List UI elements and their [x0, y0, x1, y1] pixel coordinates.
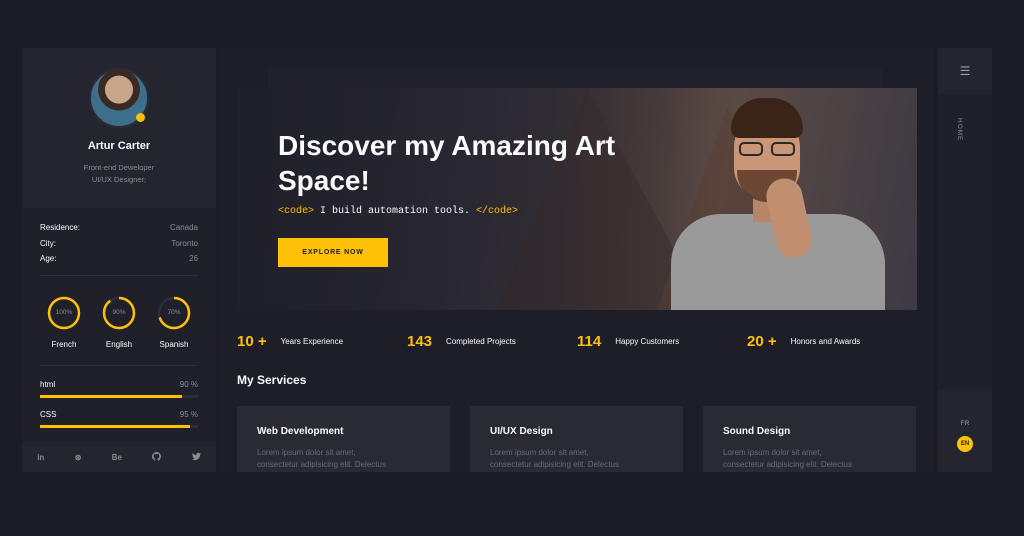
- language-switcher: FR EN: [938, 390, 992, 472]
- main-content: Discover my Amazing Art Space! <code> I …: [220, 48, 934, 472]
- app-frame: Artur Carter Front-end Deweloper UI/UX D…: [22, 48, 992, 472]
- skills-list: html 90 % CSS 95 %: [22, 366, 216, 428]
- profile-card: Artur Carter Front-end Deweloper UI/UX D…: [22, 48, 216, 208]
- skill-label: html: [40, 379, 56, 389]
- info-value: 26: [189, 254, 198, 264]
- skill-bar: [40, 424, 198, 428]
- social-links: in ⊛ Be: [22, 442, 216, 472]
- info-key: Age:: [40, 254, 57, 264]
- service-card-web-development[interactable]: Web Development Lorem ipsum dolor sit am…: [237, 406, 450, 472]
- info-key: Residence:: [40, 223, 81, 233]
- profile-role-line: UI/UX Designer;: [91, 175, 147, 184]
- online-status-dot: [136, 113, 145, 122]
- hero-banner: Discover my Amazing Art Space! <code> I …: [237, 88, 917, 310]
- skill-bar-fill: [40, 394, 183, 398]
- skill-bar: [40, 394, 198, 398]
- stats-row: 10 + Years Experience 143 Completed Proj…: [237, 333, 917, 350]
- service-desc-line: consectetur adipisicing elit. Delectus: [490, 460, 619, 469]
- service-desc-line: Lorem ipsum dolor sit amet,: [257, 448, 356, 457]
- nav-home-link[interactable]: HOME: [956, 118, 963, 142]
- language-label: Spanish: [159, 339, 189, 349]
- info-list: Residence: Canada City: Toronto Age: 26: [22, 208, 216, 267]
- hero-title: Discover my Amazing Art Space!: [278, 130, 616, 196]
- hamburger-icon: ☰: [959, 64, 971, 78]
- service-desc-line: consectetur adipisicing elit. Delectus: [723, 460, 852, 469]
- lang-fr-button[interactable]: FR: [957, 415, 973, 431]
- service-title: Web Development: [257, 426, 344, 437]
- services-cards: Web Development Lorem ipsum dolor sit am…: [237, 406, 917, 472]
- service-desc-line: consectetur adipisicing elit. Delectus: [257, 460, 386, 469]
- info-row-residence: Residence: Canada: [40, 220, 198, 236]
- stat-label: Happy Customers: [615, 337, 680, 346]
- right-nav: ☰ HOME FR EN: [938, 48, 992, 472]
- skill-css: CSS 95 %: [40, 410, 198, 428]
- stat-number: 114: [577, 333, 602, 350]
- service-card-ui-ux-design[interactable]: UI/UX Design Lorem ipsum dolor sit amet,…: [470, 406, 683, 472]
- language-ring: 90%: [102, 296, 136, 330]
- language-spanish: 70% Spanish: [154, 296, 194, 349]
- language-ring: 70%: [157, 296, 191, 330]
- language-label: French: [51, 339, 77, 349]
- service-title: UI/UX Design: [490, 426, 553, 437]
- stat-label: Years Experience: [280, 337, 344, 346]
- stat-number: 143: [407, 333, 433, 350]
- language-percent: 70%: [167, 309, 181, 316]
- sidebar: Artur Carter Front-end Deweloper UI/UX D…: [22, 48, 216, 472]
- language-french: 100% French: [44, 296, 84, 349]
- avatar: [89, 68, 149, 128]
- linkedin-icon[interactable]: in: [37, 453, 44, 462]
- service-title: Sound Design: [723, 426, 791, 437]
- language-ring: 100%: [47, 296, 81, 330]
- language-english: 90% English: [99, 296, 139, 349]
- top-strip: [268, 68, 882, 88]
- language-percent: 100%: [55, 309, 73, 316]
- service-desc-line: Lorem ipsum dolor sit amet,: [723, 448, 822, 457]
- stat-number: 20 +: [747, 333, 777, 350]
- stat-item: 20 + Honors and Awards: [747, 333, 917, 350]
- hero-code-line: <code> I build automation tools. </code>: [278, 206, 518, 217]
- service-desc: Lorem ipsum dolor sit amet, consectetur …: [490, 447, 683, 471]
- explore-now-button[interactable]: EXPLORE NOW: [278, 238, 388, 267]
- skill-percent: 95 %: [179, 409, 198, 419]
- language-rings: 100% French 90% English 70% Spanish: [22, 276, 216, 349]
- hero-portrait: [671, 88, 885, 310]
- stat-item: 143 Completed Projects: [407, 333, 577, 350]
- profile-name: Artur Carter: [87, 140, 151, 152]
- skill-bar-fill: [40, 424, 191, 428]
- stat-item: 10 + Years Experience: [237, 333, 407, 350]
- service-desc: Lorem ipsum dolor sit amet, consectetur …: [257, 447, 450, 471]
- service-card-sound-design[interactable]: Sound Design Lorem ipsum dolor sit amet,…: [703, 406, 916, 472]
- code-open-tag: <code>: [278, 206, 315, 217]
- skill-html: html 90 %: [40, 380, 198, 398]
- profile-role: Front-end Deweloper UI/UX Designer;: [22, 162, 216, 186]
- stat-label: Completed Projects: [446, 337, 516, 346]
- info-key: City:: [40, 238, 56, 248]
- behance-icon[interactable]: Be: [112, 453, 122, 462]
- stat-label: Honors and Awards: [790, 337, 861, 346]
- github-icon[interactable]: [152, 451, 162, 463]
- info-row-city: City: Toronto: [40, 236, 198, 252]
- language-percent: 90%: [112, 309, 126, 316]
- info-value: Toronto: [171, 238, 198, 248]
- profile-role-line: Front-end Deweloper: [83, 163, 155, 172]
- portrait-hair: [731, 98, 803, 138]
- stat-number: 10 +: [237, 333, 267, 350]
- service-desc: Lorem ipsum dolor sit amet, consectetur …: [723, 447, 916, 471]
- lang-en-button[interactable]: EN: [957, 436, 973, 452]
- dribbble-icon[interactable]: ⊛: [75, 453, 82, 462]
- service-desc-line: Lorem ipsum dolor sit amet,: [490, 448, 589, 457]
- skill-percent: 90 %: [179, 379, 198, 389]
- skill-label: CSS: [40, 409, 57, 419]
- stat-item: 114 Happy Customers: [577, 333, 747, 350]
- language-label: English: [105, 339, 133, 349]
- twitter-icon[interactable]: [191, 452, 201, 463]
- menu-button[interactable]: ☰: [938, 48, 992, 94]
- code-text: I build automation tools.: [314, 206, 477, 217]
- info-value: Canada: [169, 223, 198, 233]
- info-row-age: Age: 26: [40, 251, 198, 267]
- services-heading: My Services: [237, 373, 307, 387]
- code-close-tag: </code>: [476, 206, 519, 217]
- portrait-glasses: [739, 142, 795, 156]
